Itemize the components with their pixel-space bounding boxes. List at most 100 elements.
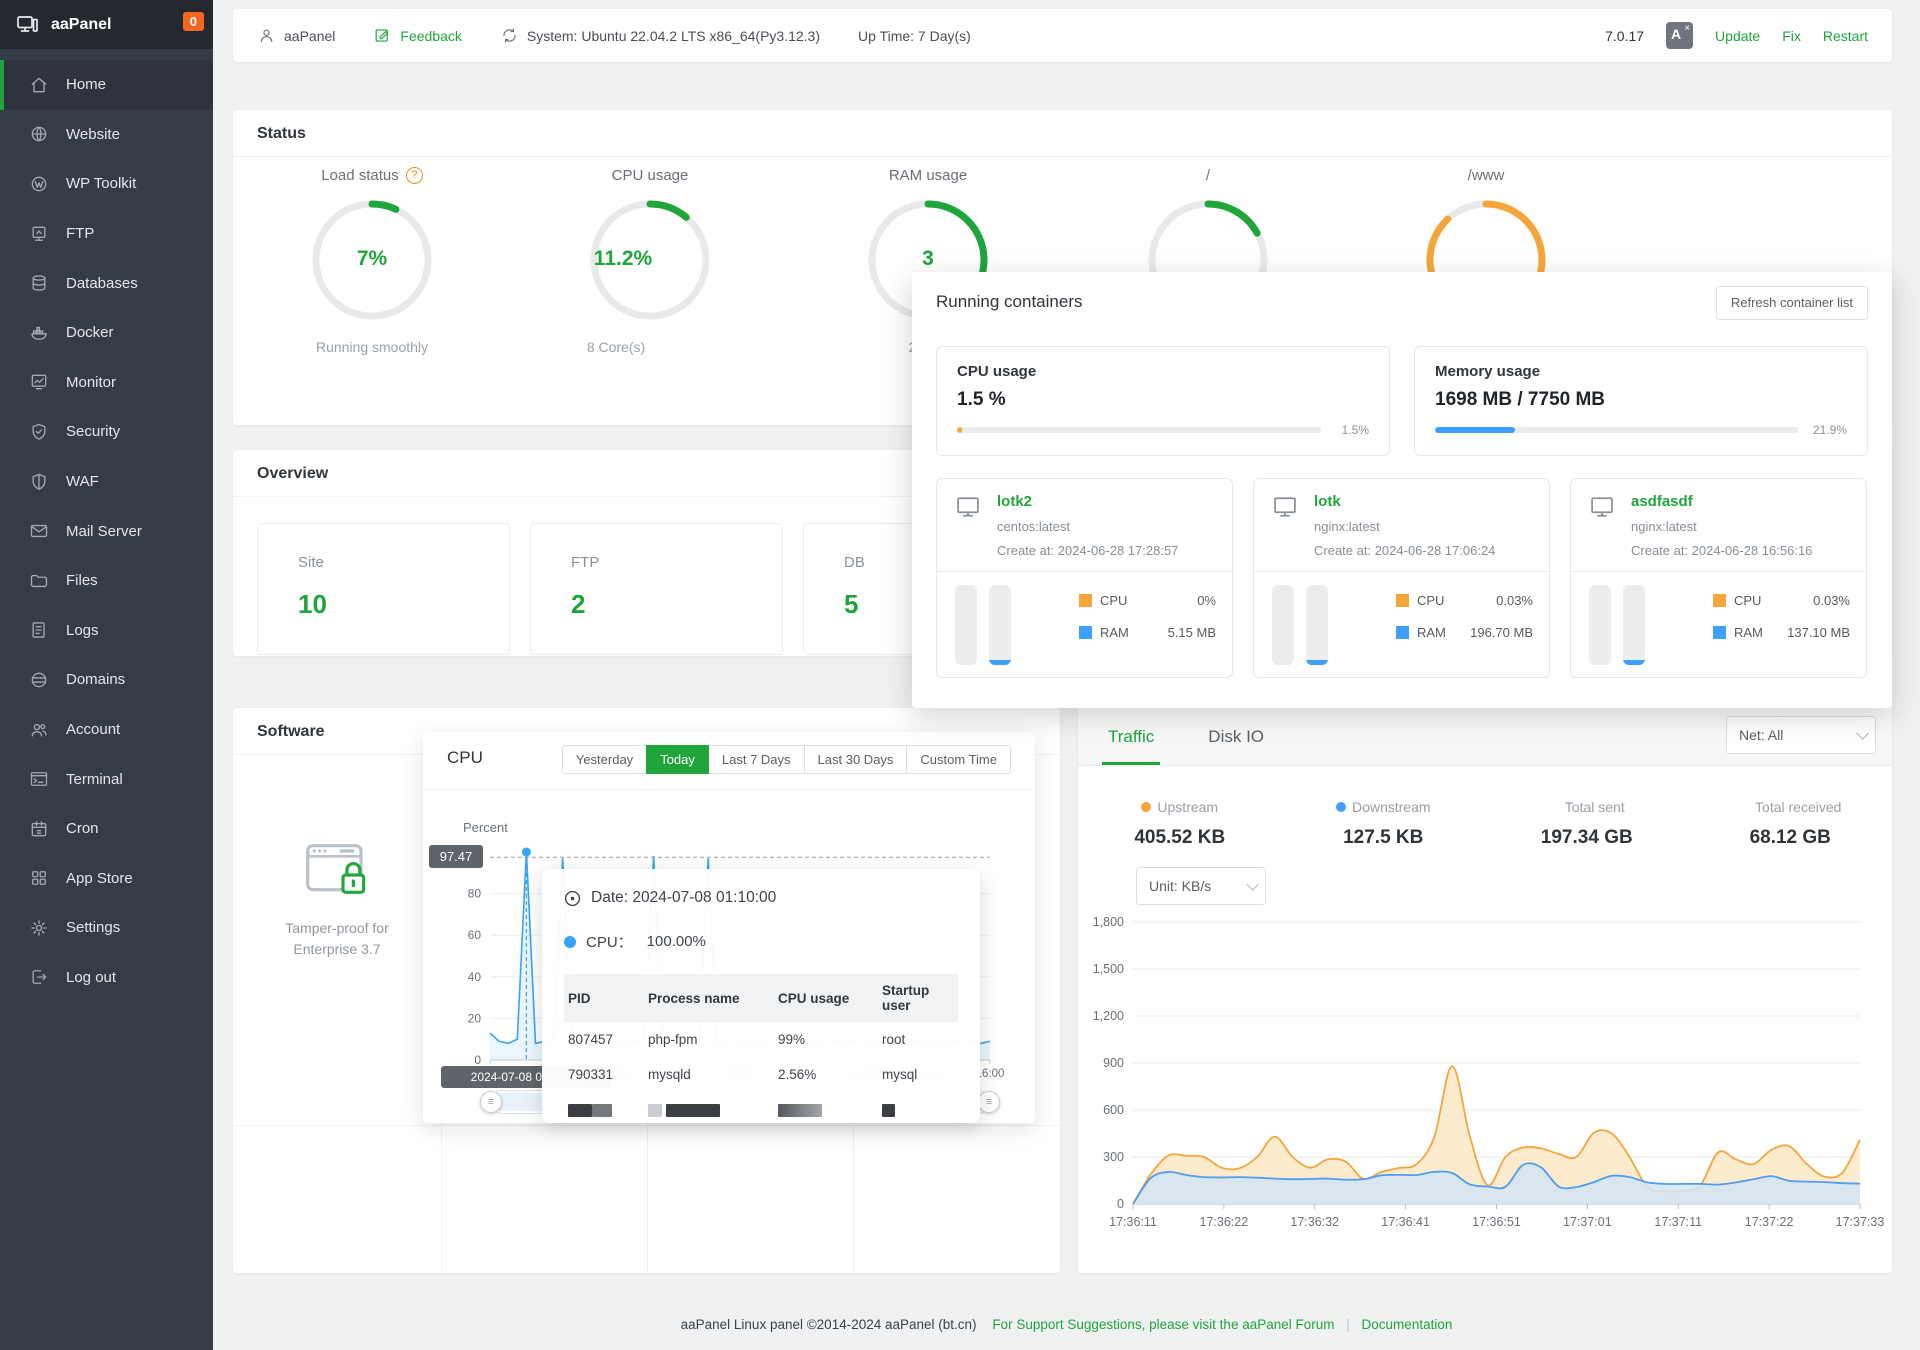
sidebar-item-label: Website (66, 125, 120, 143)
database-icon (32, 275, 46, 291)
logs-icon (32, 622, 45, 639)
tab-custom-time[interactable]: Custom Time (906, 745, 1011, 774)
sidebar-item-label: WAF (66, 473, 99, 491)
gauge-sub: Running smoothly (315, 339, 429, 355)
domains-icon (31, 672, 47, 688)
divider (1254, 571, 1549, 572)
app-name: aaPanel (51, 15, 112, 33)
svg-text:80: 80 (468, 887, 482, 901)
svg-text:0: 0 (474, 1053, 481, 1067)
box-value: 1698 MB / 7750 MB (1435, 389, 1606, 410)
net-select[interactable]: Net: All (1726, 716, 1876, 754)
documentation-link[interactable]: Documentation (1362, 1317, 1453, 1332)
tab-last-7-days[interactable]: Last 7 Days (707, 745, 805, 774)
sidebar-item-databases[interactable]: Databases (0, 258, 213, 308)
feedback-link[interactable]: Feedback (373, 26, 462, 45)
sidebar-item-logs[interactable]: Logs (0, 606, 213, 656)
container-card-lotk2[interactable]: lotk2 centos:latest Create at: 2024-06-2… (936, 478, 1233, 678)
app-logo: aaPanel 0 (0, 0, 213, 49)
unit-select[interactable]: Unit: KB/s (1136, 867, 1266, 905)
overview-card-site[interactable]: Site 10 (257, 523, 510, 655)
stat-total-received: Total received 68.12 GB (1689, 799, 1893, 849)
software-item-tamper-proof[interactable]: Tamper-proof for Enterprise 3.7 (233, 755, 441, 1125)
sidebar-item-mail-server[interactable]: Mail Server (0, 506, 213, 556)
panel-version: 7.0.17 (1605, 27, 1645, 44)
sidebar-item-settings[interactable]: Settings (0, 903, 213, 953)
mail-icon (30, 525, 48, 538)
container-card-asdfasdf[interactable]: asdfasdf nginx:latest Create at: 2024-06… (1570, 478, 1867, 678)
tab-yesterday[interactable]: Yesterday (561, 745, 648, 774)
traffic-panel: Traffic Disk IO Net: All Upstream 405.52… (1078, 704, 1892, 1273)
legend-value: 0.03% (1496, 593, 1533, 608)
gauge-label: / (1205, 166, 1211, 184)
ftp-icon (32, 226, 46, 241)
restart-button[interactable]: Restart (1823, 28, 1868, 44)
sidebar-item-app-store[interactable]: App Store (0, 854, 213, 904)
legend-label: RAM (1100, 625, 1129, 640)
cron-icon (31, 820, 47, 837)
stat-value: 405.52 KB (1134, 827, 1226, 848)
sidebar-item-waf[interactable]: WAF (0, 457, 213, 507)
cell-name: php-fpm (648, 1032, 698, 1047)
monitor-chart-icon (31, 375, 47, 390)
datazoom-right-handle[interactable] (978, 1091, 1000, 1113)
overview-card-ftp[interactable]: FTP 2 (530, 523, 783, 655)
folder-icon (30, 574, 48, 587)
system-icon (503, 28, 516, 43)
container-image: centos:latest (997, 519, 1070, 534)
shield-check-icon (32, 423, 46, 440)
legend-value: 5.15 MB (1167, 625, 1216, 640)
grid-divider (233, 1125, 1060, 1126)
fix-button[interactable]: Fix (1782, 28, 1801, 44)
clock-icon (564, 890, 581, 906)
tab-disk-io[interactable]: Disk IO (1202, 727, 1270, 765)
svg-text:17:37:33: 17:37:33 (1836, 1215, 1885, 1229)
tab-traffic[interactable]: Traffic (1102, 727, 1161, 765)
notification-badge[interactable]: 0 (182, 12, 204, 31)
sidebar-item-ftp[interactable]: FTP (0, 209, 213, 259)
sidebar-item-home[interactable]: Home (0, 60, 213, 110)
svg-text:300: 300 (1103, 1150, 1124, 1164)
box-value: 1.5 % (957, 389, 1006, 410)
wordpress-icon (31, 176, 47, 192)
cell-user: root (882, 1032, 906, 1047)
user-menu[interactable]: aaPanel (257, 26, 335, 45)
language-icon[interactable] (1666, 22, 1694, 49)
sidebar-item-cron[interactable]: Cron (0, 804, 213, 854)
sidebar-item-website[interactable]: Website (0, 110, 213, 160)
sidebar-item-wp-toolkit[interactable]: WP Toolkit (0, 159, 213, 209)
sidebar-item-logout[interactable]: Log out (0, 953, 213, 1003)
sidebar-item-terminal[interactable]: Terminal (0, 754, 213, 804)
tab-last-30-days[interactable]: Last 30 Days (803, 745, 908, 774)
cell-user: mysql (882, 1067, 918, 1082)
container-card-lotk[interactable]: lotk nginx:latest Create at: 2024-06-28 … (1253, 478, 1550, 678)
memory-progress-bar (1435, 427, 1799, 433)
overview-label: FTP (571, 554, 600, 571)
container-image: nginx:latest (1631, 519, 1697, 534)
sidebar-item-security[interactable]: Security (0, 407, 213, 457)
col-pid: PID (564, 974, 644, 1022)
containers-cpu-usage-box: CPU usage 1.5 % 1.5% (936, 346, 1390, 456)
sidebar-item-label: Settings (66, 919, 121, 937)
datazoom-left-handle[interactable] (480, 1091, 502, 1113)
update-button[interactable]: Update (1715, 28, 1760, 44)
sidebar-item-monitor[interactable]: Monitor (0, 358, 213, 408)
tab-today[interactable]: Today (646, 745, 709, 774)
sidebar-item-domains[interactable]: Domains (0, 655, 213, 705)
refresh-container-list-button[interactable]: Refresh container list (1715, 286, 1868, 320)
sidebar-item-label: Logs (66, 621, 99, 639)
help-icon[interactable] (405, 166, 423, 184)
table-row: 807457 php-fpm 99% root (564, 1022, 958, 1057)
sidebar-item-account[interactable]: Account (0, 705, 213, 755)
tamper-proof-icon (306, 844, 366, 894)
sidebar-item-docker[interactable]: Docker (0, 308, 213, 358)
container-name: lotk (1314, 493, 1341, 510)
ram-legend-icon (1079, 626, 1092, 639)
feedback-label: Feedback (400, 27, 462, 44)
ram-legend-icon (1396, 626, 1409, 639)
downstream-dot-icon (1335, 802, 1346, 812)
bar-percent-label: 21.9% (1812, 423, 1847, 437)
sidebar-item-files[interactable]: Files (0, 556, 213, 606)
system-info: System: Ubuntu 22.04.2 LTS x86_64(Py3.12… (500, 26, 820, 45)
forum-link[interactable]: For Support Suggestions, please visit th… (992, 1317, 1334, 1332)
